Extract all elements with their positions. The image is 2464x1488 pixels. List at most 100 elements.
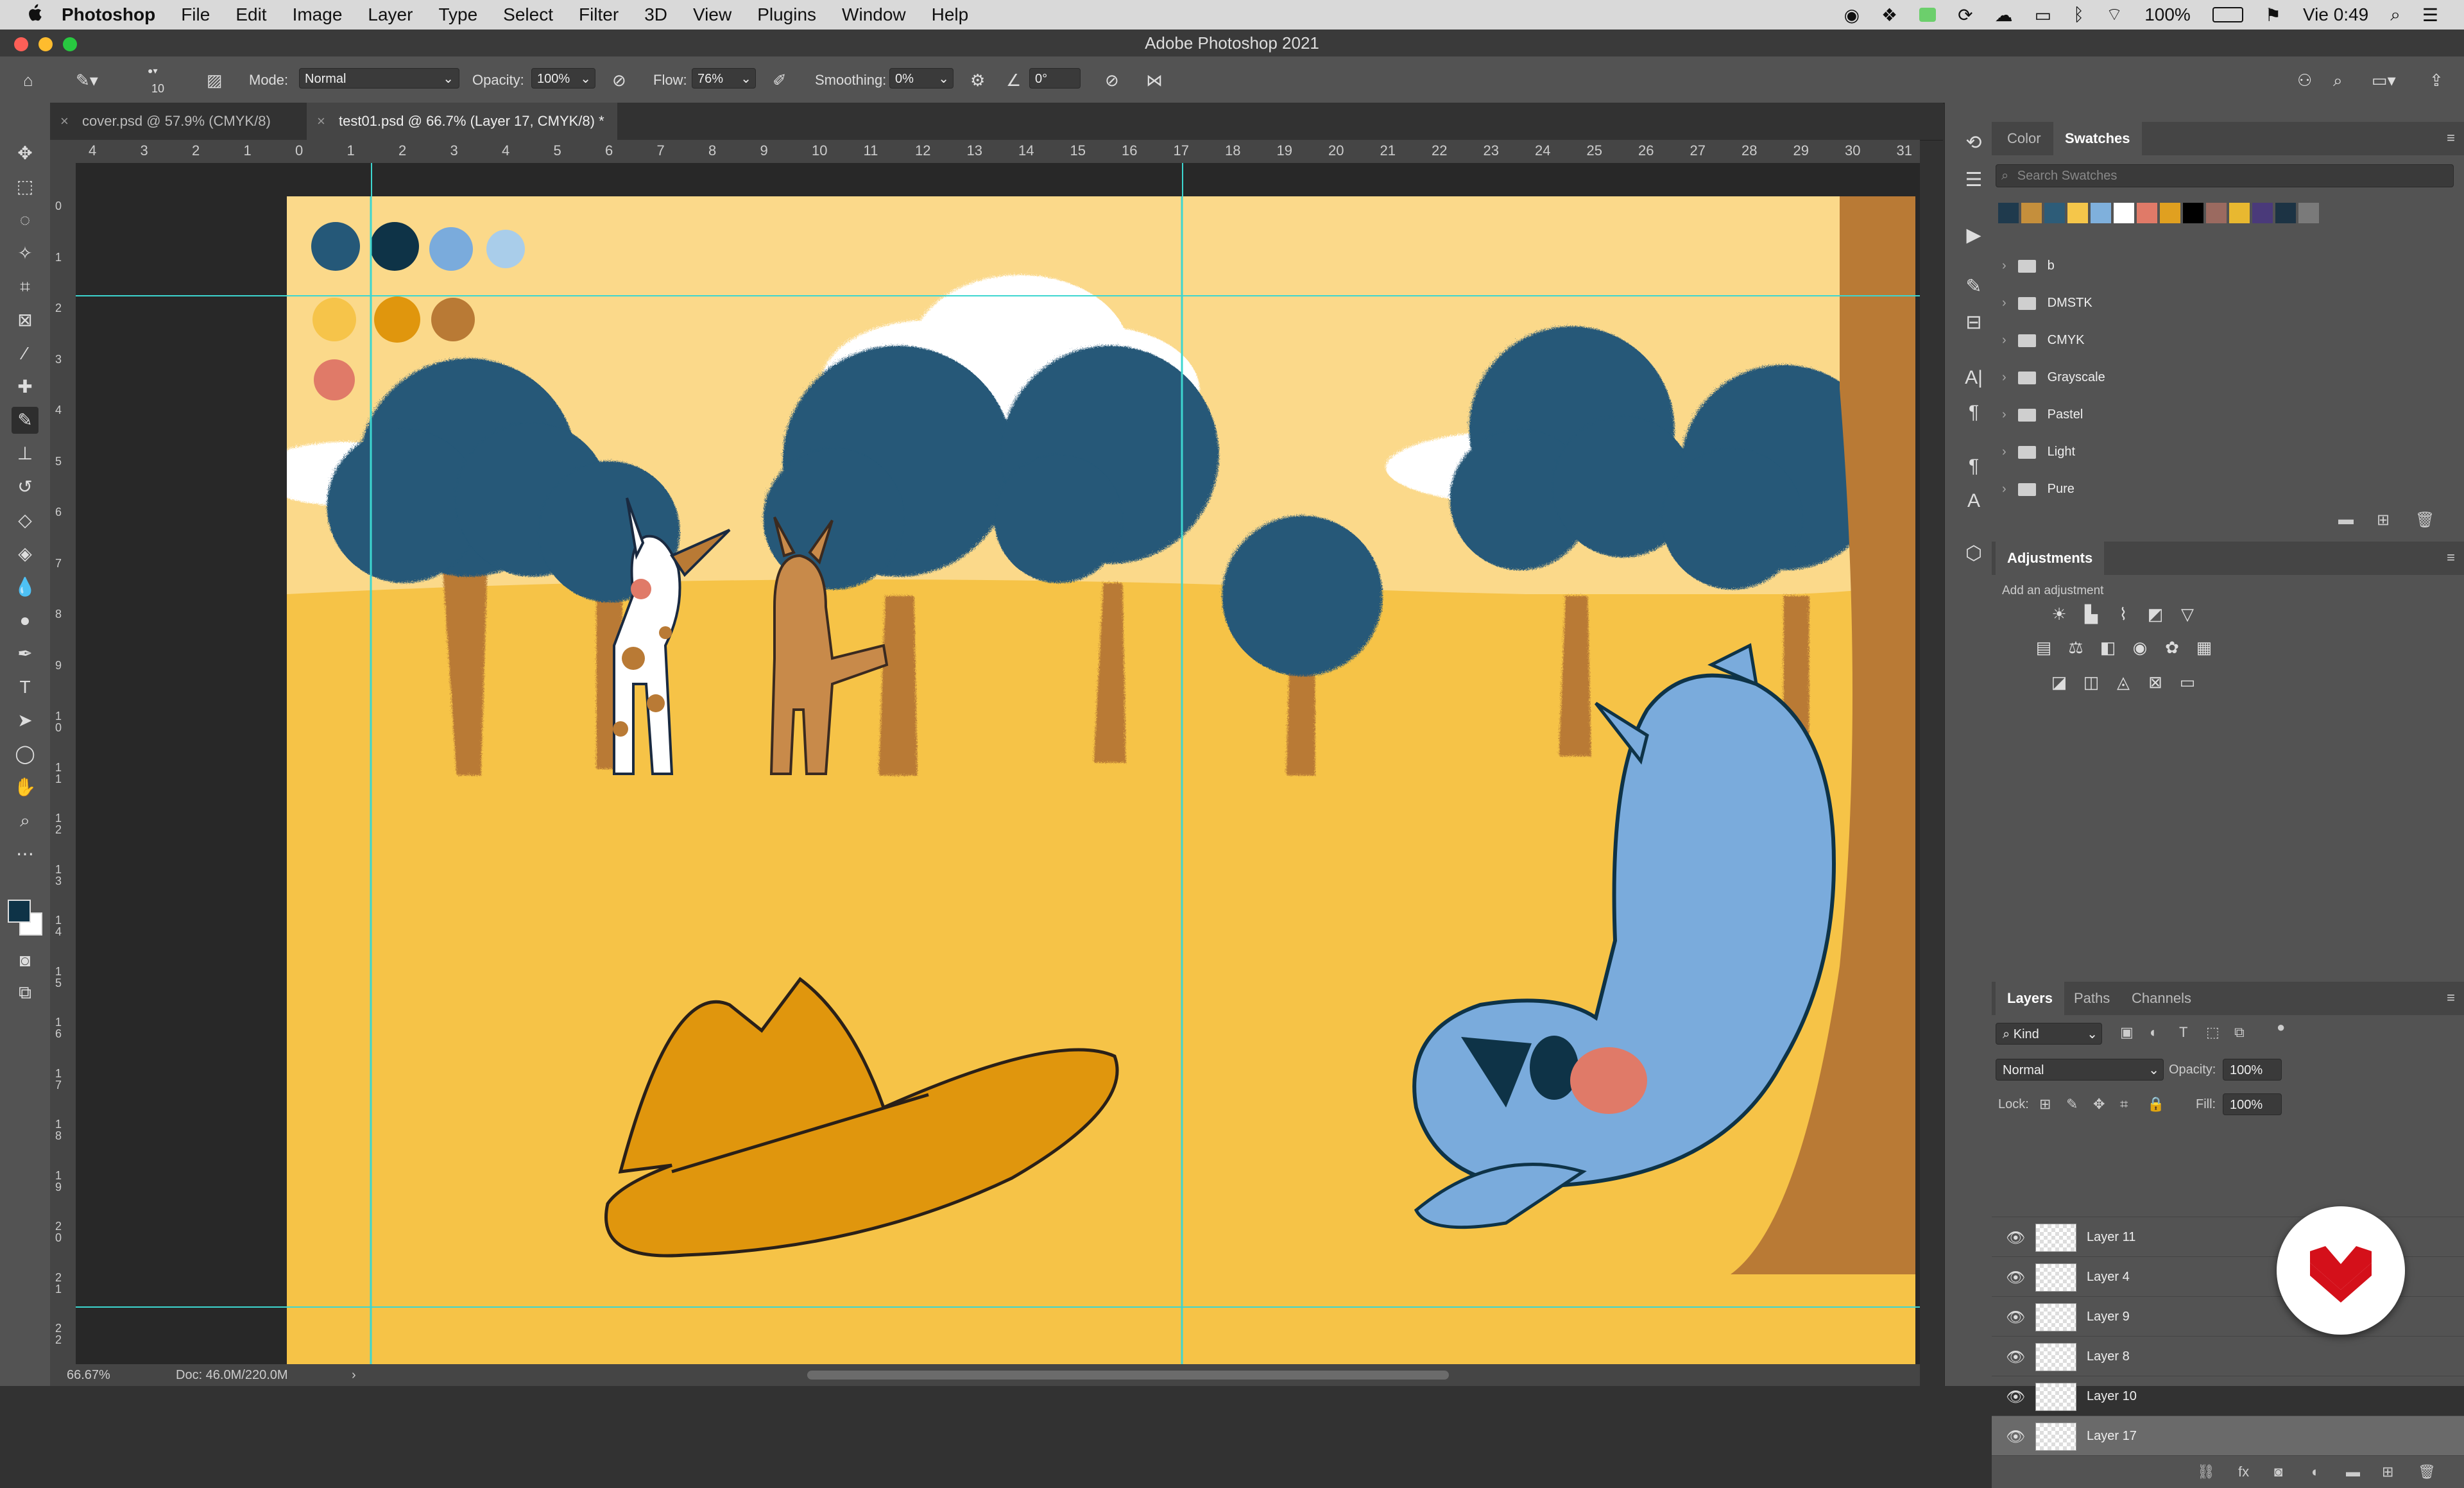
close-window-button[interactable] [14, 37, 28, 51]
guide-vertical[interactable] [371, 163, 372, 196]
filter-shape-icon[interactable]: ⬚ [2206, 1024, 2220, 1041]
swatches-search[interactable]: ⌕ Search Swatches [1996, 164, 2454, 187]
hue-saturation-icon[interactable]: ▤ [2034, 638, 2053, 657]
menu-file[interactable]: File [181, 4, 210, 25]
color-swatch[interactable] [2206, 203, 2227, 223]
trash-icon[interactable]: 🗑 [2418, 1464, 2436, 1480]
horizontal-scrollbar[interactable] [807, 1371, 1449, 1380]
new-swatch-icon[interactable]: ⊞ [2377, 511, 2390, 529]
character-styles-icon[interactable]: A [1963, 490, 1985, 512]
quick-mask-icon[interactable]: ◙ [12, 947, 38, 974]
document-canvas[interactable] [287, 196, 1915, 1364]
type-tool-icon[interactable]: T [12, 674, 38, 701]
brush-settings-icon[interactable]: ⊟ [1963, 312, 1985, 334]
menu-plugins[interactable]: Plugins [757, 4, 816, 25]
color-swatch[interactable] [2067, 203, 2088, 223]
guide-horizontal[interactable] [76, 1306, 1920, 1308]
lasso-tool-icon[interactable]: ◌ [12, 207, 38, 234]
exposure-icon[interactable]: ◩ [2146, 604, 2165, 624]
ellipse-tool-icon[interactable]: ◯ [12, 740, 38, 767]
filter-toggle-icon[interactable]: ● [2277, 1019, 2285, 1036]
menu-filter[interactable]: Filter [579, 4, 619, 25]
dodge-tool-icon[interactable]: ● [12, 607, 38, 634]
brushes-icon[interactable]: ✎ [1963, 276, 1985, 298]
brightness-contrast-icon[interactable]: ☀ [2049, 604, 2069, 624]
ruler-horizontal[interactable]: 4 3 2 1 0 1 2 3 4 5 6 7 8 9 10 11 12 13 14 15 16 17 18 19 20 21 22… [50, 140, 1956, 163]
layer-row-layer-10[interactable]: 👁 Layer 10 [1992, 1376, 2464, 1416]
swatch-folder-b[interactable]: › b [2002, 253, 2055, 278]
ruler-vertical[interactable]: 0 1 2 3 4 5 6 7 8 9 1 0 1 1 1 2 1 3 1 4 1 5 1 6 1 7 1 8 1 9… [50, 163, 76, 1364]
menu-help[interactable]: Help [932, 4, 969, 25]
bluetooth-icon[interactable]: ᛒ [2073, 4, 2084, 25]
filter-type-icon[interactable]: T [2179, 1024, 2187, 1041]
cloud-icon[interactable]: ☁ [1995, 4, 2013, 26]
gradient-triangle-icon[interactable]: ▽ [2178, 604, 2197, 624]
smoothing-field[interactable]: 0% ⌄ [889, 68, 954, 89]
foreground-color-swatch[interactable] [8, 900, 31, 923]
wifi-icon[interactable]: ⌔ [2106, 4, 2123, 26]
pressure-opacity-icon[interactable]: ⊘ [612, 71, 626, 90]
eyedropper-tool-icon[interactable]: ⁄ [12, 340, 38, 367]
marquee-tool-icon[interactable]: ⬚ [12, 173, 38, 200]
eye-icon[interactable]: 👁 [2006, 1308, 2025, 1327]
eye-icon[interactable]: 👁 [2006, 1348, 2025, 1367]
lock-all-icon[interactable]: 🔒 [2147, 1096, 2164, 1113]
gradient-map-icon[interactable]: ▭ [2178, 672, 2197, 692]
dropbox-icon[interactable]: ❖ [1881, 4, 1897, 26]
character-icon[interactable]: A| [1963, 367, 1985, 389]
layer-fill-field[interactable]: 100% [2223, 1093, 2282, 1115]
record-icon[interactable]: ◉ [1844, 4, 1860, 26]
close-icon[interactable]: × [60, 103, 69, 140]
brush-size-icon[interactable]: ●▾ [148, 65, 157, 76]
opacity-field[interactable]: 100% ⌄ [531, 68, 595, 89]
zoom-tool-icon[interactable]: ⌕ [12, 807, 38, 834]
link-layers-icon[interactable]: ⛓ [2197, 1464, 2215, 1480]
control-center-icon[interactable]: ☰ [2422, 4, 2438, 26]
symmetry-icon[interactable]: ⋈ [1146, 71, 1163, 90]
color-swatch[interactable] [2160, 203, 2180, 223]
menu-3d[interactable]: 3D [644, 4, 667, 25]
brush-tool-preset-icon[interactable]: ✎▾ [76, 71, 98, 90]
tab-color[interactable]: Color [1996, 122, 2053, 155]
lock-position-icon[interactable]: ✥ [2093, 1096, 2105, 1113]
menu-view[interactable]: View [693, 4, 732, 25]
filter-adjustment-icon[interactable]: ◐ [2150, 1024, 2158, 1041]
color-swatch[interactable] [2114, 203, 2134, 223]
eye-icon[interactable]: 👁 [2006, 1428, 2025, 1446]
color-swatch[interactable] [2229, 203, 2250, 223]
close-icon[interactable]: × [317, 103, 325, 140]
path-selection-tool-icon[interactable]: ➤ [12, 707, 38, 734]
menu-layer[interactable]: Layer [368, 4, 413, 25]
new-group-icon[interactable]: ▬ [2346, 1464, 2360, 1480]
chevron-right-icon[interactable]: › [352, 1364, 356, 1386]
lock-pixels-icon[interactable]: ✎ [2066, 1096, 2078, 1113]
invert-icon[interactable]: ◪ [2049, 672, 2069, 692]
brush-tool-icon[interactable]: ✎ [12, 407, 38, 434]
history-brush-tool-icon[interactable]: ↺ [12, 474, 38, 500]
new-group-icon[interactable]: ▬ [2338, 511, 2354, 529]
paragraph-icon[interactable]: ¶ [1963, 402, 1985, 423]
panel-menu-icon[interactable]: ≡ [2447, 130, 2455, 146]
color-swatch[interactable] [2021, 203, 2042, 223]
eye-icon[interactable]: 👁 [2006, 1269, 2025, 1287]
frame-tool-icon[interactable]: ⊠ [12, 307, 38, 334]
history-icon[interactable]: ⟲ [1963, 132, 1985, 154]
pen-tool-icon[interactable]: ✒ [12, 640, 38, 667]
minimize-window-button[interactable] [38, 37, 53, 51]
menu-edit[interactable]: Edit [235, 4, 266, 25]
photo-filter-icon[interactable]: ◉ [2130, 638, 2150, 657]
menu-select[interactable]: Select [503, 4, 553, 25]
properties-icon[interactable]: ☰ [1963, 169, 1985, 191]
brush-settings-icon[interactable]: ▨ [207, 71, 223, 90]
share-export-icon[interactable]: ⇪ [2429, 71, 2443, 90]
home-icon[interactable]: ⌂ [23, 71, 33, 90]
layer-style-fx-icon[interactable]: fx [2238, 1464, 2249, 1480]
eye-icon[interactable]: 👁 [2006, 1388, 2025, 1407]
color-swatch[interactable] [2137, 203, 2157, 223]
clone-stamp-tool-icon[interactable]: ⊥ [12, 440, 38, 467]
swatch-folder-cmyk[interactable]: › CMYK [2002, 327, 2084, 353]
trash-icon[interactable]: 🗑 [2415, 511, 2434, 529]
tab-channels[interactable]: Channels [2120, 982, 2203, 1015]
battery-percent[interactable]: 100% [2144, 4, 2191, 25]
channel-mixer-icon[interactable]: ✿ [2162, 638, 2182, 657]
